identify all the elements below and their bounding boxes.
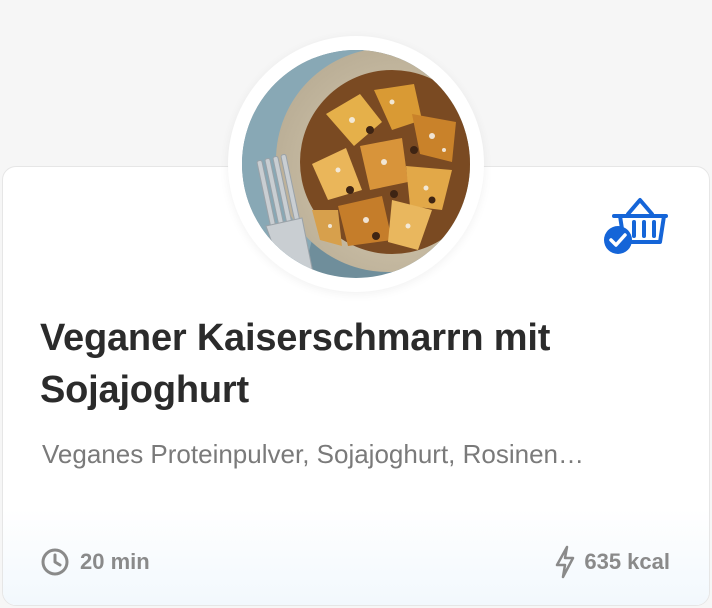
add-to-basket-button[interactable] [600, 196, 672, 258]
recipe-title[interactable]: Veganer Kaiserschmarrn mit Sojajoghurt [40, 312, 680, 416]
prep-time: 20 min [40, 544, 150, 580]
shopping-basket-check-icon [604, 198, 668, 254]
clock-icon [41, 548, 69, 576]
recipe-image [242, 50, 470, 278]
prep-time-value: 20 min [80, 549, 150, 574]
lightning-bolt-icon [556, 545, 575, 579]
energy: 635 kcal [554, 544, 670, 580]
recipe-image-frame[interactable] [228, 36, 484, 292]
energy-value: 635 kcal [584, 549, 670, 574]
recipe-ingredients: Veganes Proteinpulver, Sojajoghurt, Rosi… [42, 439, 585, 469]
